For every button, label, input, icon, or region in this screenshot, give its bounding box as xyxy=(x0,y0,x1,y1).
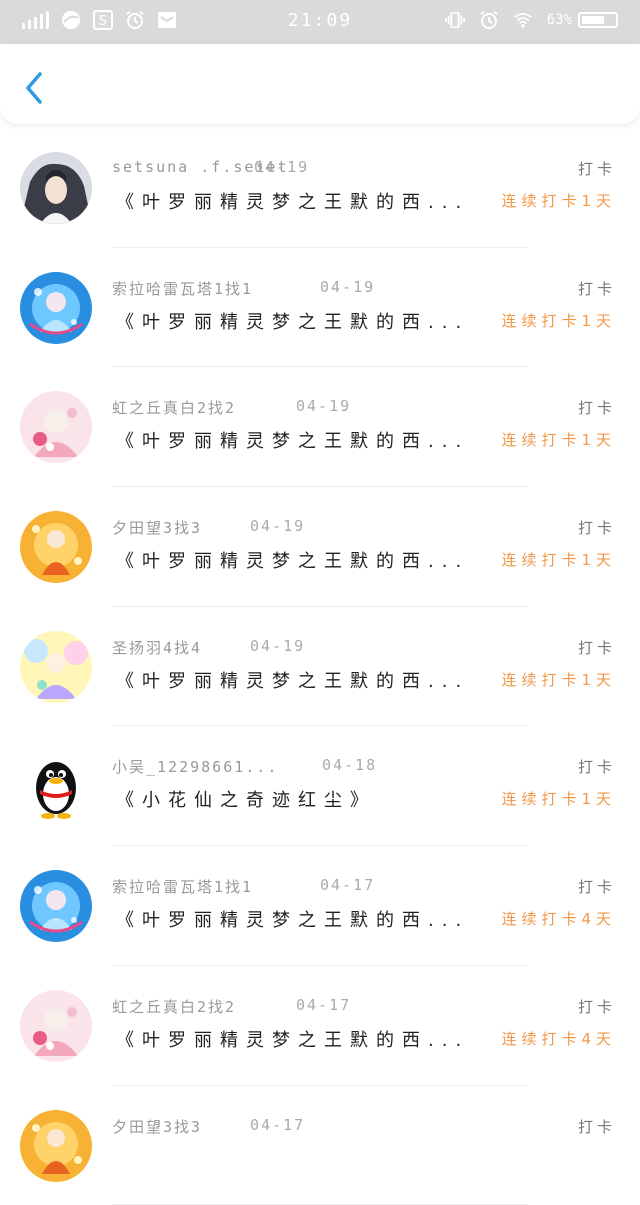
book-title: 《叶罗丽精灵梦之王默的西... xyxy=(116,308,469,334)
list-item[interactable]: 索拉哈雷瓦塔1找1 04-17 打卡 《叶罗丽精灵梦之王默的西... 连续打卡4… xyxy=(0,846,640,966)
user-name: 索拉哈雷瓦塔1找1 xyxy=(112,278,253,299)
avatar[interactable] xyxy=(20,870,92,942)
checkin-label: 打卡 xyxy=(578,397,616,418)
chevron-left-icon xyxy=(20,70,50,106)
checkin-label: 打卡 xyxy=(578,158,616,179)
checkin-label: 打卡 xyxy=(578,996,616,1017)
user-name: 夕田望3找3 xyxy=(112,517,202,538)
post-date: 04-19 xyxy=(320,278,375,296)
status-bar: S 21:09 63% xyxy=(0,0,640,44)
list-item[interactable]: 圣扬羽4找4 04-19 打卡 《叶罗丽精灵梦之王默的西... 连续打卡1天 xyxy=(0,607,640,727)
checkin-list: setsuna .f.seiet 04-19 打卡 《叶罗丽精灵梦之王默的西..… xyxy=(0,128,640,1205)
streak-text: 连续打卡1天 xyxy=(501,549,616,570)
checkin-label: 打卡 xyxy=(578,756,616,777)
streak-text: 连续打卡1天 xyxy=(501,190,616,211)
list-item[interactable]: setsuna .f.seiet 04-19 打卡 《叶罗丽精灵梦之王默的西..… xyxy=(0,128,640,248)
wifi-icon xyxy=(513,10,533,30)
list-item[interactable]: 夕田望3找3 04-17 打卡 xyxy=(0,1086,640,1205)
post-date: 04-19 xyxy=(254,158,309,176)
checkin-label: 打卡 xyxy=(578,876,616,897)
post-date: 04-18 xyxy=(322,756,377,774)
user-name: 圣扬羽4找4 xyxy=(112,637,202,658)
user-name: 索拉哈雷瓦塔1找1 xyxy=(112,876,253,897)
book-title: 《叶罗丽精灵梦之王默的西... xyxy=(116,667,469,693)
top-nav xyxy=(0,44,640,124)
post-date: 04-19 xyxy=(296,397,351,415)
user-name: 小吴_12298661... xyxy=(112,756,278,777)
streak-text: 连续打卡1天 xyxy=(501,669,616,690)
list-item[interactable]: 索拉哈雷瓦塔1找1 04-19 打卡 《叶罗丽精灵梦之王默的西... 连续打卡1… xyxy=(0,248,640,368)
avatar[interactable] xyxy=(20,631,92,703)
post-date: 04-17 xyxy=(296,996,351,1014)
avatar[interactable] xyxy=(20,750,92,822)
back-button[interactable] xyxy=(20,70,50,106)
avatar[interactable] xyxy=(20,152,92,224)
book-title: 《叶罗丽精灵梦之王默的西... xyxy=(116,1026,469,1052)
list-item[interactable]: 虹之丘真白2找2 04-17 打卡 《叶罗丽精灵梦之王默的西... 连续打卡4天 xyxy=(0,966,640,1086)
battery-icon xyxy=(578,12,618,28)
avatar[interactable] xyxy=(20,990,92,1062)
post-date: 04-19 xyxy=(250,517,305,535)
checkin-label: 打卡 xyxy=(578,517,616,538)
book-title: 《叶罗丽精灵梦之王默的西... xyxy=(116,906,469,932)
avatar[interactable] xyxy=(20,272,92,344)
user-name: 虹之丘真白2找2 xyxy=(112,397,236,418)
battery-percent: 63% xyxy=(547,12,572,28)
book-title: 《小花仙之奇迹红尘》 xyxy=(116,786,376,812)
alarm-icon xyxy=(479,10,499,30)
post-date: 04-17 xyxy=(250,1116,305,1134)
battery-indicator: 63% xyxy=(547,12,618,28)
status-right-icons: 63% xyxy=(445,10,618,30)
streak-text: 连续打卡4天 xyxy=(501,1028,616,1049)
post-date: 04-19 xyxy=(250,637,305,655)
list-item[interactable]: 虹之丘真白2找2 04-19 打卡 《叶罗丽精灵梦之王默的西... 连续打卡1天 xyxy=(0,367,640,487)
post-date: 04-17 xyxy=(320,876,375,894)
avatar[interactable] xyxy=(20,511,92,583)
streak-text: 连续打卡1天 xyxy=(501,429,616,450)
avatar[interactable] xyxy=(20,1110,92,1182)
vibrate-icon xyxy=(445,10,465,30)
checkin-label: 打卡 xyxy=(578,278,616,299)
checkin-label: 打卡 xyxy=(578,637,616,658)
list-item[interactable]: 小吴_12298661... 04-18 打卡 《小花仙之奇迹红尘》 连续打卡1… xyxy=(0,726,640,846)
checkin-label: 打卡 xyxy=(578,1116,616,1137)
streak-text: 连续打卡1天 xyxy=(501,310,616,331)
streak-text: 连续打卡1天 xyxy=(501,788,616,809)
list-item[interactable]: 夕田望3找3 04-19 打卡 《叶罗丽精灵梦之王默的西... 连续打卡1天 xyxy=(0,487,640,607)
user-name: 虹之丘真白2找2 xyxy=(112,996,236,1017)
book-title: 《叶罗丽精灵梦之王默的西... xyxy=(116,188,469,214)
user-name: 夕田望3找3 xyxy=(112,1116,202,1137)
book-title: 《叶罗丽精灵梦之王默的西... xyxy=(116,547,469,573)
avatar[interactable] xyxy=(20,391,92,463)
streak-text: 连续打卡4天 xyxy=(501,908,616,929)
book-title: 《叶罗丽精灵梦之王默的西... xyxy=(116,427,469,453)
